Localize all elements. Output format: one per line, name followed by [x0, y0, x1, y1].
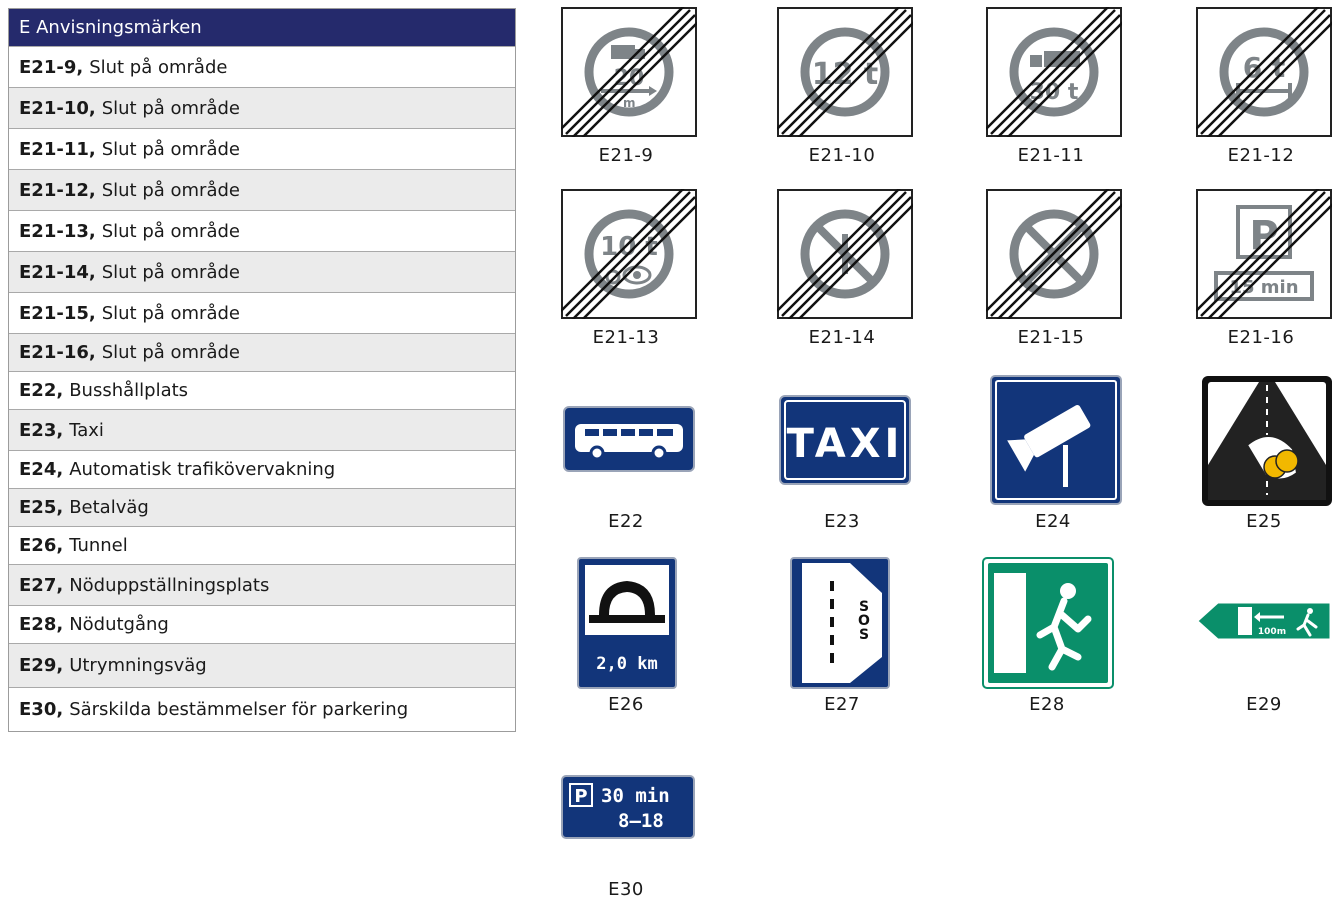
- legend-row-code: E21-9,: [19, 56, 84, 78]
- caption-e21-10: E21-10: [808, 145, 876, 166]
- sign-e27: SOS: [790, 557, 890, 689]
- caption-e21-15: E21-15: [1017, 327, 1085, 348]
- sign-e25: [1199, 375, 1335, 507]
- legend-row: E24, Automatisk trafikövervakning: [9, 450, 515, 488]
- legend-row: E21-13, Slut på område: [9, 210, 515, 251]
- sign-e22: [561, 406, 697, 472]
- legend-row: E21-14, Slut på område: [9, 251, 515, 292]
- sign-e26: 2,0 km: [577, 557, 677, 689]
- legend-row-description: Nöduppställningsplats: [69, 574, 270, 596]
- sign-e23: TAXI: [777, 395, 913, 485]
- legend-row: E21-15, Slut på område: [9, 292, 515, 333]
- caption-e23: E23: [824, 511, 860, 532]
- sign-e27-sos: SOS: [858, 599, 870, 643]
- caption-e28: E28: [1029, 694, 1065, 715]
- legend-row-description: Automatisk trafikövervakning: [69, 459, 336, 480]
- sign-e23-text: TAXI: [787, 421, 904, 467]
- caption-e21-13: E21-13: [592, 327, 660, 348]
- legend-row: E21-12, Slut på område: [9, 169, 515, 210]
- legend-row-code: E21-14,: [19, 261, 96, 283]
- caption-e21-12: E21-12: [1227, 145, 1295, 166]
- sign-e21-14: [777, 189, 913, 319]
- legend-row-code: E28,: [19, 614, 64, 635]
- legend-row-code: E25,: [19, 497, 64, 518]
- caption-e29: E29: [1246, 694, 1282, 715]
- sign-e21-16: P 15 min: [1196, 189, 1332, 319]
- sign-e21-12: 6 t: [1196, 7, 1332, 137]
- legend-row: E21-10, Slut på område: [9, 87, 515, 128]
- caption-e21-14: E21-14: [808, 327, 876, 348]
- legend-row-description: Slut på område: [101, 179, 240, 201]
- legend-row-code: E29,: [19, 655, 64, 676]
- legend-row-description: Nödutgång: [69, 614, 169, 635]
- legend-row: E27, Nöduppställningsplats: [9, 564, 515, 605]
- legend-row-code: E21-11,: [19, 138, 96, 160]
- legend-row-description: Särskilda bestämmelser för parkering: [69, 699, 409, 720]
- legend-row-description: Slut på område: [101, 220, 240, 242]
- legend-row-code: E30,: [19, 699, 64, 720]
- legend-row-code: E22,: [19, 380, 64, 401]
- sign-e30-p: P: [574, 786, 587, 807]
- legend-row-description: Busshållplats: [69, 380, 189, 401]
- legend-row: E21-11, Slut på område: [9, 128, 515, 169]
- legend-row-code: E26,: [19, 535, 64, 556]
- caption-e22: E22: [608, 511, 644, 532]
- legend-row-code: E24,: [19, 459, 64, 480]
- legend-row-code: E21-13,: [19, 220, 96, 242]
- legend-row: E30, Särskilda bestämmelser för parkering: [9, 687, 515, 731]
- sign-e26-distance: 2,0 km: [596, 654, 657, 674]
- legend-row-code: E21-12,: [19, 179, 96, 201]
- caption-e24: E24: [1035, 511, 1071, 532]
- sign-e28: [982, 557, 1114, 689]
- sign-e21-11: 30 t: [986, 7, 1122, 137]
- legend-row-code: E21-10,: [19, 97, 96, 119]
- legend-row-description: Slut på område: [101, 97, 240, 119]
- sign-e29: 100m: [1196, 601, 1332, 641]
- legend-row-description: Slut på område: [101, 138, 240, 160]
- sign-e29-distance: 100m: [1258, 627, 1286, 637]
- caption-e21-9: E21-9: [598, 145, 654, 166]
- legend-row-code: E27,: [19, 574, 64, 596]
- legend-row: E29, Utrymningsväg: [9, 643, 515, 687]
- legend-row: E21-9, Slut på område: [9, 46, 515, 87]
- sign-e21-9: 20 m: [561, 7, 697, 137]
- legend-row-description: Tunnel: [69, 535, 128, 556]
- legend-row: E21-16, Slut på område: [9, 333, 515, 371]
- legend-row: E28, Nödutgång: [9, 605, 515, 643]
- legend-row-description: Utrymningsväg: [69, 655, 207, 676]
- sign-e21-13-text: 10 t: [600, 232, 658, 262]
- caption-e27: E27: [824, 694, 860, 715]
- sign-e21-15: [986, 189, 1122, 319]
- caption-e21-11: E21-11: [1017, 145, 1085, 166]
- legend-row-code: E21-15,: [19, 302, 96, 324]
- sign-e24: [988, 375, 1124, 505]
- legend-row-description: Taxi: [69, 419, 104, 441]
- sign-e21-9-unit: m: [623, 96, 636, 110]
- legend-row-description: Slut på område: [89, 56, 228, 78]
- legend-title: E Anvisningsmärken: [9, 9, 515, 46]
- legend-row-description: Slut på område: [101, 261, 240, 283]
- legend-row: E23, Taxi: [9, 409, 515, 450]
- legend-table: E Anvisningsmärken E21-9, Slut på område E…: [8, 8, 516, 732]
- caption-e26: E26: [608, 694, 644, 715]
- legend-row-code: E21-16,: [19, 342, 96, 363]
- sign-e30: P 30 min 8–18: [561, 775, 695, 839]
- legend-row: E25, Betalväg: [9, 488, 515, 526]
- caption-e21-16: E21-16: [1227, 327, 1295, 348]
- legend-row-code: E23,: [19, 419, 64, 441]
- legend-row-description: Betalväg: [69, 497, 149, 518]
- caption-e25: E25: [1246, 511, 1282, 532]
- legend-row: E26, Tunnel: [9, 526, 515, 564]
- sign-e21-13: 10 t: [561, 189, 697, 319]
- legend-row-description: Slut på område: [101, 342, 240, 363]
- legend-row-description: Slut på område: [101, 302, 240, 324]
- sign-e30-line1: 30 min: [601, 785, 670, 807]
- sign-e30-line2: 8–18: [618, 810, 664, 832]
- caption-e30: E30: [608, 879, 644, 900]
- legend-row: E22, Busshållplats: [9, 371, 515, 409]
- sign-e21-10: 12 t: [777, 7, 913, 137]
